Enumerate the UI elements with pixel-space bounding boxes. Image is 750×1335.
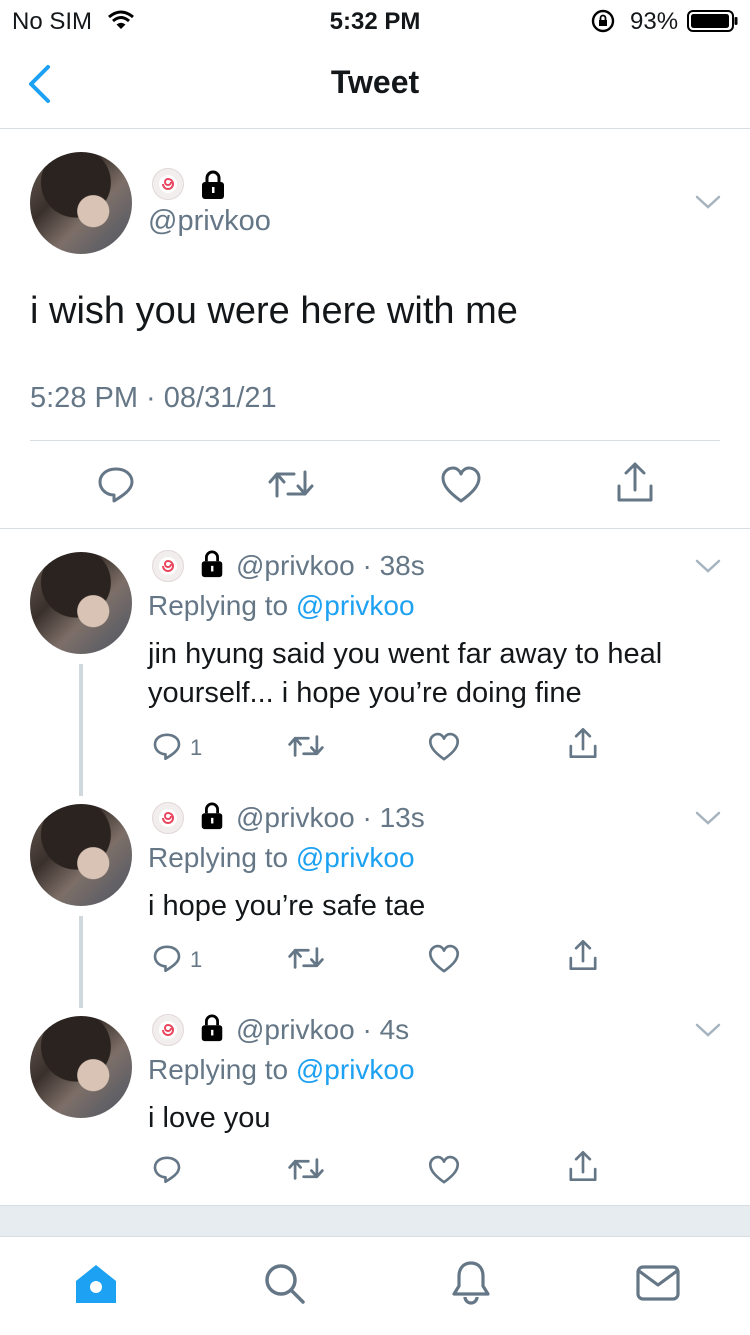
notifications-icon[interactable] [450,1259,492,1305]
retweet-icon[interactable] [288,1155,324,1183]
messages-icon[interactable] [636,1265,680,1301]
chevron-down-icon[interactable] [694,808,722,828]
protected-lock-icon [198,802,226,830]
avatar[interactable] [30,1016,132,1118]
reply-handle[interactable]: @privkoo [236,802,355,833]
like-icon[interactable] [428,732,460,762]
replying-label: Replying to [148,590,289,621]
list-item[interactable]: @privkoo · 13s Replying to @privkoo i ho… [0,800,750,1000]
reply-handle[interactable]: @privkoo [236,1014,355,1045]
search-icon[interactable] [262,1261,306,1305]
protected-lock-icon [198,170,228,200]
divider [30,440,720,441]
avatar[interactable] [30,152,132,254]
reply-meta: @privkoo · 13s [236,802,425,834]
reply-text-line: jin hyung said you went far away to heal [148,638,663,670]
fishcake-emoji-icon [152,1014,184,1046]
reply-handle[interactable]: @privkoo [236,550,355,581]
share-icon[interactable] [567,1149,599,1183]
battery-percent: 93% [630,8,679,35]
reply-text-line: i love you [148,1102,271,1134]
retweet-icon[interactable] [288,732,324,760]
replying-handle-link[interactable]: @privkoo [296,590,415,621]
tweet-timestamp: 5:28 PM · 08/31/21 [30,382,277,414]
replying-to: Replying to @privkoo [148,590,415,622]
fishcake-emoji-icon [152,802,184,834]
protected-lock-icon [198,1014,226,1042]
reply-age: · 4s [362,1014,410,1045]
tab-bar [0,1236,750,1335]
like-icon[interactable] [440,466,482,504]
reply-age: · 38s [362,550,425,581]
replying-handle-link[interactable]: @privkoo [296,1054,415,1085]
home-icon[interactable] [74,1263,118,1305]
retweet-icon[interactable] [268,466,314,502]
reply-text: i love you [148,1099,271,1138]
tweet-text: i wish you were here with me [30,290,518,332]
reply-text: i hope you’re safe tae [148,887,425,926]
list-item[interactable]: @privkoo · 4s Replying to @privkoo i lov… [0,1012,750,1202]
reply-meta: @privkoo · 4s [236,1014,409,1046]
reply-meta: @privkoo · 38s [236,550,425,582]
like-icon[interactable] [428,1155,460,1185]
protected-lock-icon [198,550,226,578]
avatar[interactable] [30,804,132,906]
retweet-icon[interactable] [288,944,324,972]
fishcake-emoji-icon [152,168,184,200]
replying-to: Replying to @privkoo [148,842,415,874]
battery-icon [687,10,739,32]
fishcake-emoji-icon [152,550,184,582]
navigation-bar: Tweet [0,40,750,129]
divider [0,528,750,529]
chevron-down-icon[interactable] [694,1020,722,1040]
share-icon[interactable] [567,938,599,972]
reply-icon[interactable] [152,731,182,761]
list-item[interactable]: @privkoo · 38s Replying to @privkoo jin … [0,548,750,788]
reply-icon[interactable] [152,943,182,973]
page-title: Tweet [330,64,420,100]
reply-icon[interactable] [152,1154,182,1184]
reply-text-line: yourself... i hope you’re doing fine [148,677,582,709]
reply-age: · 13s [362,802,425,833]
chevron-down-icon[interactable] [694,556,722,576]
reply-count: 1 [190,947,203,972]
replying-to: Replying to @privkoo [148,1054,415,1086]
share-icon[interactable] [567,726,599,760]
share-icon[interactable] [614,460,656,504]
reply-icon[interactable] [96,464,136,504]
chevron-down-icon[interactable] [694,192,722,212]
replying-label: Replying to [148,1054,289,1085]
avatar[interactable] [30,552,132,654]
status-bar: No SIM 5:32 PM 93% [0,0,750,40]
replying-label: Replying to [148,842,289,873]
reply-count: 1 [190,735,203,760]
replying-handle-link[interactable]: @privkoo [296,842,415,873]
orientation-lock-icon [590,8,616,34]
reply-text: jin hyung said you went far away to heal… [148,635,662,713]
like-icon[interactable] [428,944,460,974]
tweet-handle[interactable]: @privkoo [148,205,271,238]
reply-text-line: i hope you’re safe tae [148,890,426,922]
section-gap [0,1205,750,1236]
